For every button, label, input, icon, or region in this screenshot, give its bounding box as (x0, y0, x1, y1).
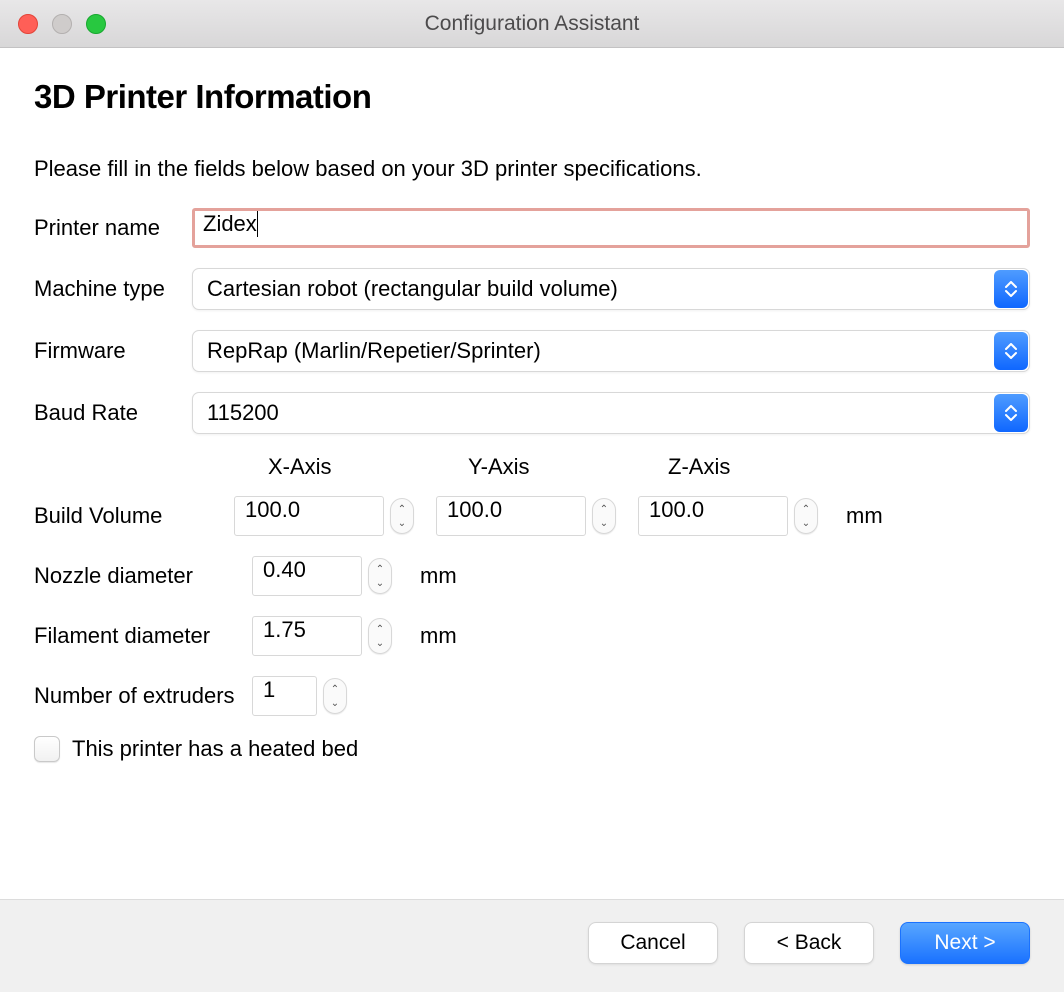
machine-type-row: Machine type Cartesian robot (rectangula… (34, 268, 1030, 310)
stepper-down-icon: ⌄ (331, 696, 339, 710)
build-volume-z-input[interactable]: 100.0 (638, 496, 788, 536)
machine-type-select[interactable]: Cartesian robot (rectangular build volum… (192, 268, 1030, 310)
filament-diameter-label: Filament diameter (34, 623, 252, 649)
axis-headers: X-Axis Y-Axis Z-Axis (34, 454, 1030, 480)
content-area: 3D Printer Information Please fill in th… (0, 48, 1064, 899)
x-axis-header: X-Axis (234, 454, 434, 480)
stepper-up-icon: ⌃ (802, 502, 810, 516)
build-volume-label: Build Volume (34, 503, 234, 529)
stepper-buttons[interactable]: ⌃⌄ (368, 558, 392, 594)
extruders-label: Number of extruders (34, 683, 252, 709)
heated-bed-label: This printer has a heated bed (72, 736, 358, 762)
zoom-window-button[interactable] (86, 14, 106, 34)
stepper-buttons[interactable]: ⌃⌄ (794, 498, 818, 534)
stepper-up-icon: ⌃ (331, 682, 339, 696)
filament-diameter-input[interactable]: 1.75 (252, 616, 362, 656)
filament-diameter-unit: mm (420, 623, 457, 649)
stepper-down-icon: ⌄ (398, 516, 406, 530)
nozzle-diameter-input[interactable]: 0.40 (252, 556, 362, 596)
stepper-up-icon: ⌃ (376, 622, 384, 636)
build-volume-y-stepper: 100.0 ⌃⌄ (436, 496, 616, 536)
extruders-row: Number of extruders 1 ⌃⌄ (34, 676, 1030, 716)
next-button[interactable]: Next > (900, 922, 1030, 964)
window-controls (18, 14, 106, 34)
stepper-down-icon: ⌄ (600, 516, 608, 530)
nozzle-diameter-unit: mm (420, 563, 457, 589)
configuration-window: Configuration Assistant 3D Printer Infor… (0, 0, 1064, 992)
stepper-down-icon: ⌄ (376, 636, 384, 650)
titlebar: Configuration Assistant (0, 0, 1064, 48)
baud-rate-select[interactable]: 115200 (192, 392, 1030, 434)
nozzle-diameter-stepper: 0.40 ⌃⌄ (252, 556, 392, 596)
minimize-window-button[interactable] (52, 14, 72, 34)
dropdown-arrows-icon (994, 394, 1028, 432)
build-volume-y-input[interactable]: 100.0 (436, 496, 586, 536)
filament-diameter-row: Filament diameter 1.75 ⌃⌄ mm (34, 616, 1030, 656)
intro-text: Please fill in the fields below based on… (34, 156, 1030, 182)
stepper-up-icon: ⌃ (600, 502, 608, 516)
build-volume-x-stepper: 100.0 ⌃⌄ (234, 496, 414, 536)
stepper-down-icon: ⌄ (802, 516, 810, 530)
z-axis-header: Z-Axis (634, 454, 834, 480)
footer: Cancel < Back Next > (0, 899, 1064, 992)
stepper-buttons[interactable]: ⌃⌄ (368, 618, 392, 654)
build-volume-unit: mm (846, 503, 883, 529)
printer-name-value: Zidex (203, 211, 258, 237)
window-title: Configuration Assistant (0, 12, 1064, 36)
nozzle-diameter-row: Nozzle diameter 0.40 ⌃⌄ mm (34, 556, 1030, 596)
extruders-stepper: 1 ⌃⌄ (252, 676, 347, 716)
baud-rate-value: 115200 (207, 400, 279, 426)
heated-bed-checkbox[interactable] (34, 736, 60, 762)
stepper-buttons[interactable]: ⌃⌄ (323, 678, 347, 714)
extruders-input[interactable]: 1 (252, 676, 317, 716)
stepper-buttons[interactable]: ⌃⌄ (592, 498, 616, 534)
stepper-down-icon: ⌄ (376, 576, 384, 590)
firmware-row: Firmware RepRap (Marlin/Repetier/Sprinte… (34, 330, 1030, 372)
firmware-value: RepRap (Marlin/Repetier/Sprinter) (207, 338, 541, 364)
printer-name-input[interactable]: Zidex (192, 208, 1030, 248)
firmware-select[interactable]: RepRap (Marlin/Repetier/Sprinter) (192, 330, 1030, 372)
machine-type-value: Cartesian robot (rectangular build volum… (207, 276, 618, 302)
dropdown-arrows-icon (994, 332, 1028, 370)
back-button[interactable]: < Back (744, 922, 874, 964)
build-volume-row: Build Volume 100.0 ⌃⌄ 100.0 ⌃⌄ 100.0 ⌃⌄ … (34, 496, 1030, 536)
dropdown-arrows-icon (994, 270, 1028, 308)
cancel-button[interactable]: Cancel (588, 922, 718, 964)
page-heading: 3D Printer Information (34, 78, 1030, 116)
machine-type-label: Machine type (34, 276, 192, 302)
stepper-buttons[interactable]: ⌃⌄ (390, 498, 414, 534)
stepper-up-icon: ⌃ (398, 502, 406, 516)
build-volume-z-stepper: 100.0 ⌃⌄ (638, 496, 818, 536)
firmware-label: Firmware (34, 338, 192, 364)
baud-rate-label: Baud Rate (34, 400, 192, 426)
nozzle-diameter-label: Nozzle diameter (34, 563, 252, 589)
heated-bed-row: This printer has a heated bed (34, 736, 1030, 762)
filament-diameter-stepper: 1.75 ⌃⌄ (252, 616, 392, 656)
stepper-up-icon: ⌃ (376, 562, 384, 576)
y-axis-header: Y-Axis (434, 454, 634, 480)
printer-name-label: Printer name (34, 215, 192, 241)
printer-name-row: Printer name Zidex (34, 208, 1030, 248)
close-window-button[interactable] (18, 14, 38, 34)
build-volume-x-input[interactable]: 100.0 (234, 496, 384, 536)
baud-rate-row: Baud Rate 115200 (34, 392, 1030, 434)
